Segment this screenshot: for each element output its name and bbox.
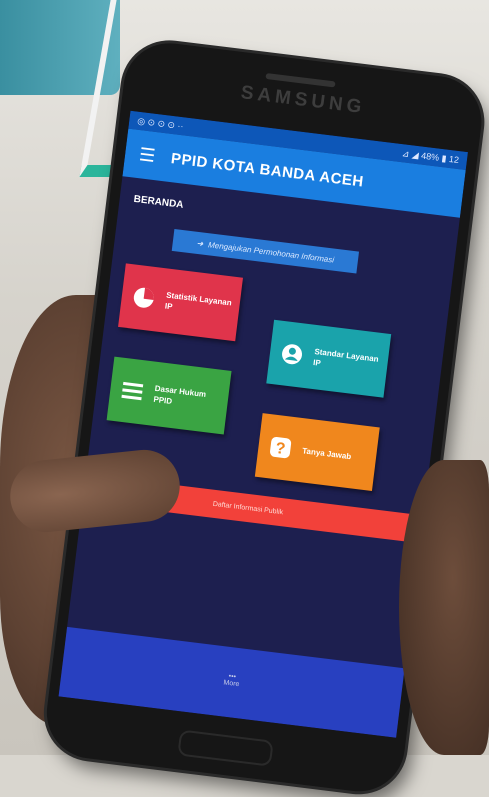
pie-chart-icon bbox=[121, 283, 168, 312]
request-button-label: Mengajukan Permohonan Informasi bbox=[207, 239, 335, 265]
menu-icon[interactable]: ☰ bbox=[138, 144, 156, 167]
question-icon: ? bbox=[257, 433, 304, 462]
app-title: PPID KOTA BANDA ACEH bbox=[170, 149, 365, 191]
arrow-right-icon: ➜ bbox=[196, 238, 204, 249]
tile-statistik-layanan[interactable]: Statistik Layanan IP bbox=[118, 263, 243, 342]
tile-label: Dasar Hukum PPID bbox=[152, 383, 207, 406]
tile-label: Statistik Layanan IP bbox=[164, 290, 233, 312]
request-information-button[interactable]: ➜ Mengajukan Permohonan Informasi bbox=[171, 228, 360, 274]
home-button[interactable] bbox=[177, 729, 274, 767]
tile-tanya-jawab[interactable]: ? Tanya Jawab bbox=[254, 413, 380, 492]
tile-dasar-hukum[interactable]: Dasar Hukum PPID bbox=[106, 356, 232, 435]
tile-label: Tanya Jawab bbox=[301, 445, 352, 461]
right-hand bbox=[399, 460, 489, 755]
svg-text:?: ? bbox=[274, 440, 286, 458]
tile-label: Standar Layanan IP bbox=[312, 347, 380, 368]
status-icons-left: ◎ ⊙ ⊙ ⊙ ·· bbox=[136, 115, 185, 131]
person-icon bbox=[269, 340, 316, 369]
tile-standar-layanan[interactable]: Standar Layanan IP bbox=[266, 319, 392, 398]
list-icon bbox=[109, 378, 155, 403]
